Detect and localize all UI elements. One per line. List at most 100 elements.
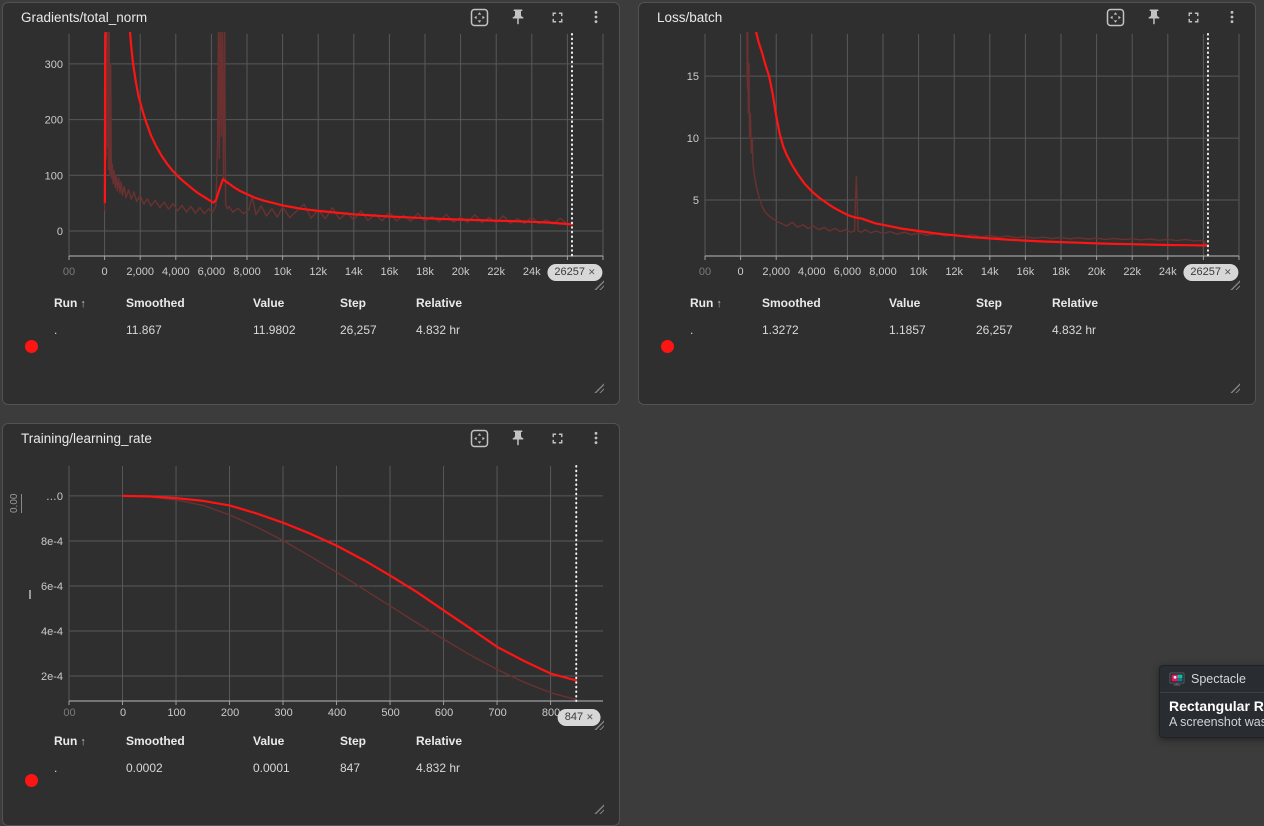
chart-card-training-learning-rate: Training/learning_rate: [2, 423, 620, 826]
badge-close-icon[interactable]: ✕: [1224, 264, 1232, 281]
run-name-cell: .: [54, 323, 126, 337]
loss-batch-plot[interactable]: 0002,0004,0006,0008,00010k12k14k16k18k20…: [639, 3, 1256, 405]
notification-heading: Rectangular R: [1160, 698, 1264, 714]
column-header-value[interactable]: Value: [253, 734, 340, 748]
svg-text:10k: 10k: [910, 266, 928, 278]
step-badge[interactable]: 26257 ✕: [547, 264, 602, 281]
gridlines: [69, 34, 603, 260]
column-header-value[interactable]: Value: [889, 296, 976, 310]
notification-popup[interactable]: Spectacle Rectangular R A screenshot was: [1159, 665, 1264, 738]
fullscreen-icon[interactable]: [1182, 6, 1204, 28]
run-data-table: Run↑ Smoothed Value Step Relative . 0.00…: [3, 734, 619, 775]
svg-text:14k: 14k: [345, 266, 363, 278]
fullscreen-icon[interactable]: [546, 6, 568, 28]
svg-text:500: 500: [381, 707, 399, 719]
notification-app-name: Spectacle: [1191, 672, 1246, 686]
step-badge[interactable]: 847 ✕: [558, 709, 601, 726]
svg-text:00: 00: [63, 707, 75, 719]
chart-title: Gradients/total_norm: [21, 10, 147, 25]
gradients-total-norm-plot[interactable]: 0002,0004,0006,0008,00010k12k14k16k18k20…: [3, 3, 620, 405]
svg-text:4,000: 4,000: [162, 266, 190, 278]
pin-icon[interactable]: [1143, 6, 1165, 28]
chart-title: Loss/batch: [657, 10, 722, 25]
column-header-relative[interactable]: Relative: [1052, 296, 1255, 310]
svg-text:8,000: 8,000: [233, 266, 261, 278]
svg-text:15: 15: [687, 71, 699, 83]
chart-card-header: Loss/batch: [639, 3, 1255, 31]
pin-icon[interactable]: [507, 6, 529, 28]
column-header-value[interactable]: Value: [253, 296, 340, 310]
svg-text:100: 100: [167, 707, 185, 719]
chart-card-header: Gradients/total_norm: [3, 3, 619, 31]
svg-text:12k: 12k: [945, 266, 963, 278]
more-options-icon[interactable]: [1221, 6, 1243, 28]
svg-text:24k: 24k: [1159, 266, 1177, 278]
svg-text:00: 00: [63, 266, 75, 278]
svg-text:14k: 14k: [981, 266, 999, 278]
step-badge[interactable]: 26257 ✕: [1183, 264, 1238, 281]
more-options-icon[interactable]: [585, 427, 607, 449]
fit-to-data-icon[interactable]: [1104, 6, 1126, 28]
value-cell: 11.9802: [253, 323, 340, 337]
column-header-run[interactable]: Run↑: [54, 296, 126, 310]
svg-text:400: 400: [328, 707, 346, 719]
svg-text:12k: 12k: [309, 266, 327, 278]
chart-title: Training/learning_rate: [21, 431, 152, 446]
svg-text:200: 200: [45, 115, 63, 127]
chart-card-actions: [1104, 6, 1243, 28]
raw-series-line: [105, 14, 572, 225]
relative-cell: 4.832 hr: [1052, 323, 1255, 337]
run-name-cell: .: [54, 761, 126, 775]
fit-to-data-icon[interactable]: [468, 6, 490, 28]
svg-text:6,000: 6,000: [198, 266, 226, 278]
fullscreen-icon[interactable]: [546, 427, 568, 449]
svg-text:2e-4: 2e-4: [41, 671, 63, 683]
column-header-smoothed[interactable]: Smoothed: [762, 296, 889, 310]
svg-text:4,000: 4,000: [798, 266, 826, 278]
svg-text:8,000: 8,000: [869, 266, 897, 278]
badge-close-icon[interactable]: ✕: [586, 709, 594, 726]
pin-icon[interactable]: [507, 427, 529, 449]
column-header-smoothed[interactable]: Smoothed: [126, 296, 253, 310]
svg-text:18k: 18k: [1052, 266, 1070, 278]
gridlines: [705, 34, 1239, 260]
column-header-step[interactable]: Step: [340, 296, 416, 310]
svg-text:0: 0: [738, 266, 744, 278]
smoothed-series-line: [105, 3, 572, 224]
svg-text:700: 700: [488, 707, 506, 719]
column-header-step[interactable]: Step: [976, 296, 1052, 310]
column-header-relative[interactable]: Relative: [416, 734, 619, 748]
fit-to-data-icon[interactable]: [468, 427, 490, 449]
column-header-run[interactable]: Run↑: [54, 734, 126, 748]
smoothed-value-cell: 11.867: [126, 323, 253, 337]
step-cell: 847: [340, 761, 416, 775]
run-color-dot: [25, 340, 38, 353]
y-axis-tick-artifact: [29, 590, 31, 599]
column-header-step[interactable]: Step: [340, 734, 416, 748]
more-options-icon[interactable]: [585, 6, 607, 28]
svg-text:0: 0: [120, 707, 126, 719]
column-header-smoothed[interactable]: Smoothed: [126, 734, 253, 748]
badge-close-icon[interactable]: ✕: [588, 264, 596, 281]
svg-text:2,000: 2,000: [762, 266, 790, 278]
svg-text:2,000: 2,000: [126, 266, 154, 278]
svg-text:…0: …0: [46, 491, 63, 503]
svg-text:6e-4: 6e-4: [41, 581, 63, 593]
run-name-cell: .: [690, 323, 762, 337]
svg-text:18k: 18k: [416, 266, 434, 278]
svg-text:600: 600: [435, 707, 453, 719]
run-data-table: Run↑ Smoothed Value Step Relative . 1.32…: [639, 296, 1255, 337]
chart-card-gradients-total-norm: Gradients/total_norm: [2, 2, 620, 405]
column-header-relative[interactable]: Relative: [416, 296, 619, 310]
value-cell: 0.0001: [253, 761, 340, 775]
column-header-run[interactable]: Run↑: [690, 296, 762, 310]
axis-tick-labels: 0002,0004,0006,0008,00010k12k14k16k18k20…: [45, 59, 542, 278]
run-data-table: Run↑ Smoothed Value Step Relative . 11.8…: [3, 296, 619, 337]
smoothed-value-cell: 1.3272: [762, 323, 889, 337]
relative-cell: 4.832 hr: [416, 323, 619, 337]
sort-ascending-icon: ↑: [80, 736, 86, 748]
chart-card-header: Training/learning_rate: [3, 424, 619, 452]
svg-text:22k: 22k: [487, 266, 505, 278]
sort-ascending-icon: ↑: [80, 298, 86, 310]
step-badge-value: 26257: [1190, 264, 1221, 281]
